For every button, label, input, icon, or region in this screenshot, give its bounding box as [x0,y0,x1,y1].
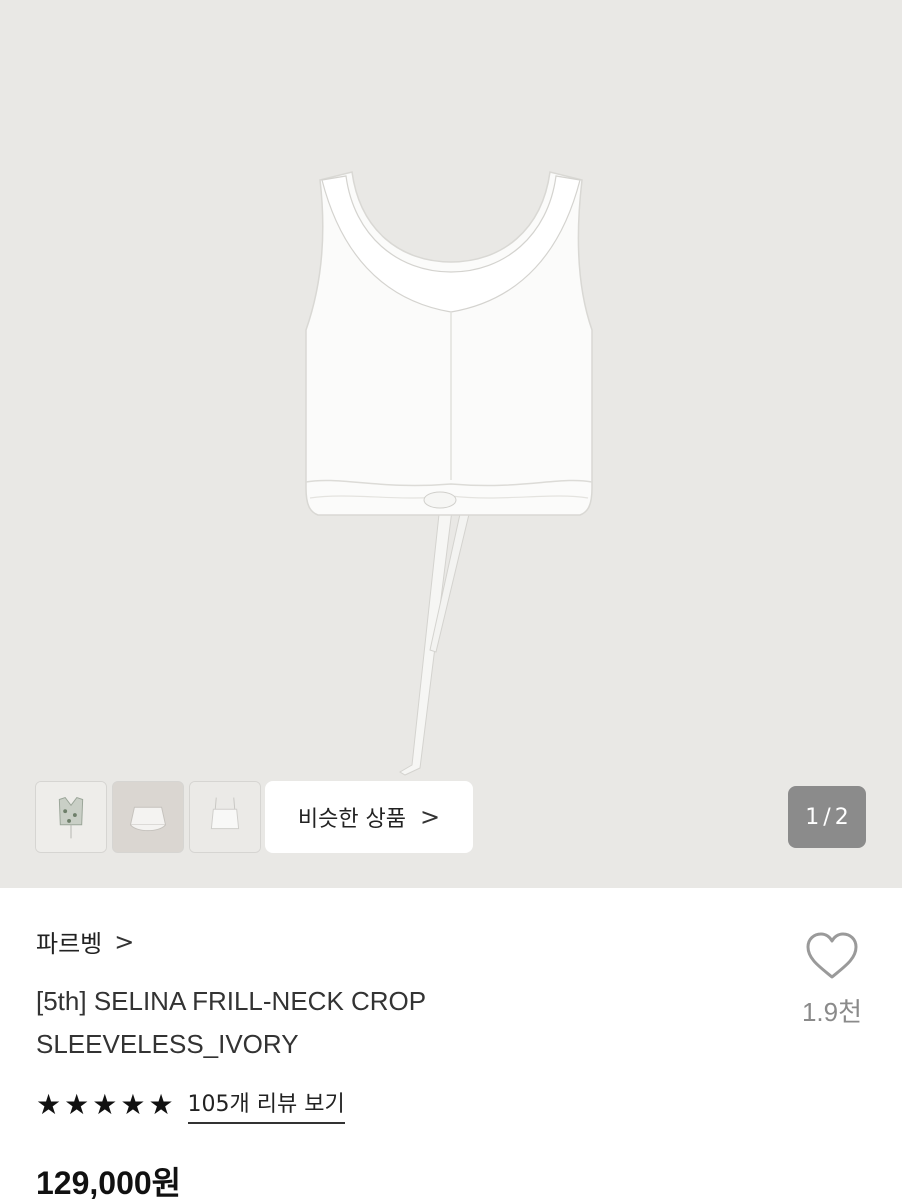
star-icon: ★ [36,1088,62,1121]
star-rating: ★ ★ ★ ★ ★ [36,1091,174,1119]
review-link[interactable]: 105개 리뷰 보기 [187,1086,345,1124]
product-title-line-1: [5th] SELINA FRILL-NECK CROP [36,986,427,1016]
image-page-indicator: 1 / 2 [788,786,866,848]
similar-products-label: 비슷한 상품 [297,807,407,832]
thumbnail-3[interactable] [189,781,261,853]
brand-name: 파르벵 [36,930,103,958]
chevron-right-icon: > [420,803,441,831]
product-image-gallery[interactable]: 비슷한 상품 > 1 / 2 [0,0,902,888]
chevron-right-icon: > [114,927,135,956]
page-total: 2 [834,804,849,830]
star-icon: ★ [120,1088,146,1121]
product-title: [5th] SELINA FRILL-NECK CROP SLEEVELESS_… [36,980,756,1066]
brand-link[interactable]: 파르벵 > [36,924,134,959]
product-price: 129,000원 [36,1165,182,1200]
camisole-thumbnail-image [190,782,260,852]
rating-row: ★ ★ ★ ★ ★ 105개 리뷰 보기 [36,1086,345,1124]
thumbnail-1[interactable] [35,781,107,853]
thumbnail-2[interactable] [112,781,184,853]
ruffle-skirt-thumbnail-image [113,782,183,852]
like-button[interactable]: 1.9천 [795,930,869,1029]
similar-products-button[interactable]: 비슷한 상품 > [265,781,473,853]
page-separator: / [823,804,831,830]
star-icon: ★ [92,1088,118,1121]
like-count: 1.9천 [801,997,863,1027]
star-icon: ★ [64,1088,90,1121]
star-icon: ★ [148,1088,174,1121]
page-current: 1 [805,804,820,830]
floral-top-thumbnail-image [36,782,106,852]
product-photo [0,0,902,888]
product-info: 파르벵 > [5th] SELINA FRILL-NECK CROP SLEEV… [0,888,902,1200]
heart-icon [806,932,858,979]
product-title-line-2: SLEEVELESS_IVORY [36,1029,299,1059]
